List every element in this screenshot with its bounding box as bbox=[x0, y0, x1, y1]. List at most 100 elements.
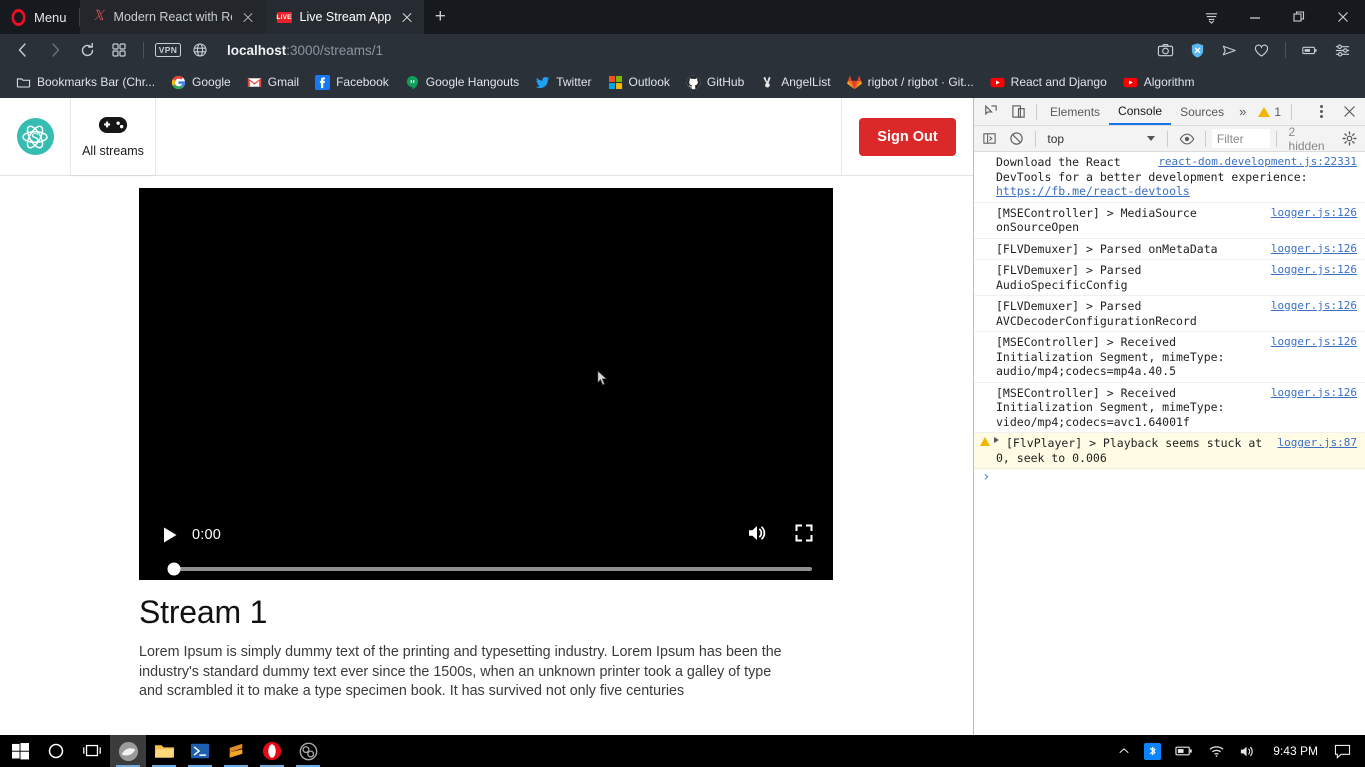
video-surface[interactable] bbox=[139, 188, 833, 512]
globe-icon[interactable] bbox=[185, 37, 215, 63]
task-view[interactable] bbox=[74, 735, 110, 767]
back-icon[interactable] bbox=[8, 37, 38, 63]
console-source-link[interactable]: logger.js:126 bbox=[1271, 299, 1357, 314]
send-icon[interactable] bbox=[1214, 37, 1244, 63]
progress-knob[interactable] bbox=[167, 562, 181, 576]
console-message-log[interactable]: logger.js:126 [MSEController] > Received… bbox=[974, 332, 1365, 383]
bookmark-algorithm[interactable]: Algorithm bbox=[1115, 72, 1203, 93]
bookmark-twitter[interactable]: Twitter bbox=[527, 72, 599, 93]
clear-console-icon[interactable] bbox=[1004, 126, 1029, 152]
console-source-link[interactable]: logger.js:126 bbox=[1271, 386, 1357, 401]
console-message-log[interactable]: logger.js:126 [FLVDemuxer] > Parsed AVCD… bbox=[974, 296, 1365, 332]
snapshot-icon[interactable] bbox=[1150, 37, 1180, 63]
console-context-selector[interactable]: top bbox=[1041, 129, 1161, 149]
address-bar[interactable]: localhost:3000/streams/1 bbox=[217, 43, 1148, 58]
battery-icon[interactable] bbox=[1168, 735, 1201, 767]
bookmark-google-hangouts[interactable]: Google Hangouts bbox=[397, 72, 527, 93]
opera-browser[interactable] bbox=[254, 735, 290, 767]
close-icon[interactable] bbox=[1335, 99, 1363, 125]
tab-sources[interactable]: Sources bbox=[1171, 98, 1233, 125]
tab-elements[interactable]: Elements bbox=[1041, 98, 1109, 125]
opera-menu-button[interactable]: Menu bbox=[0, 0, 79, 34]
console-source-link[interactable]: logger.js:87 bbox=[1278, 436, 1357, 451]
console-message-log[interactable]: logger.js:126 [MSEController] > MediaSou… bbox=[974, 203, 1365, 239]
volume-icon[interactable] bbox=[747, 523, 769, 548]
hangouts-icon bbox=[405, 75, 420, 90]
device-toolbar-icon[interactable] bbox=[1004, 99, 1032, 125]
reload-icon[interactable] bbox=[72, 37, 102, 63]
more-tabs-icon[interactable]: » bbox=[1233, 104, 1252, 119]
battery-saver-icon[interactable] bbox=[1295, 37, 1325, 63]
expand-arrow-icon[interactable] bbox=[994, 437, 999, 443]
console-message-log[interactable]: logger.js:126 [MSEController] > Received… bbox=[974, 383, 1365, 433]
cortana-search[interactable] bbox=[38, 735, 74, 767]
volume-icon[interactable] bbox=[1232, 735, 1263, 767]
settings-gear-icon[interactable] bbox=[1337, 126, 1362, 152]
powershell[interactable] bbox=[182, 735, 218, 767]
console-source-link[interactable]: react-dom.development.js:22331 bbox=[1158, 155, 1357, 170]
ad-block-shield-icon[interactable] bbox=[1182, 37, 1212, 63]
nav-all-streams[interactable]: All streams bbox=[70, 98, 156, 175]
filter-input[interactable]: Filter bbox=[1211, 129, 1270, 148]
bookmark-facebook[interactable]: Facebook bbox=[307, 72, 397, 93]
action-center-icon[interactable] bbox=[1328, 744, 1361, 759]
bookmark-google[interactable]: Google bbox=[163, 72, 239, 93]
tab-menu-icon[interactable] bbox=[1189, 0, 1233, 34]
chevron-up-icon[interactable] bbox=[1111, 735, 1137, 767]
console-source-link[interactable]: logger.js:126 bbox=[1271, 242, 1357, 257]
inspect-icon[interactable] bbox=[976, 99, 1004, 125]
console-message-react-devtools[interactable]: react-dom.development.js:22331 Download … bbox=[974, 152, 1365, 203]
more-options-icon[interactable] bbox=[1307, 99, 1335, 125]
live-expression-icon[interactable] bbox=[1174, 126, 1199, 152]
bookmark-github[interactable]: GitHub bbox=[678, 72, 752, 93]
warning-count-badge[interactable]: 1 bbox=[1252, 105, 1287, 119]
play-icon[interactable] bbox=[159, 524, 181, 546]
bookmark-bookmarks-bar-folder[interactable]: Bookmarks Bar (Chr... bbox=[8, 72, 163, 93]
obs-studio[interactable] bbox=[290, 735, 326, 767]
easy-setup-icon[interactable] bbox=[1327, 37, 1357, 63]
start-button[interactable] bbox=[2, 735, 38, 767]
wifi-icon[interactable] bbox=[1201, 735, 1232, 767]
close-icon[interactable] bbox=[240, 9, 256, 25]
console-messages[interactable]: react-dom.development.js:22331 Download … bbox=[974, 152, 1365, 767]
sign-out-button[interactable]: Sign Out bbox=[859, 117, 956, 156]
console-source-link[interactable]: logger.js:126 bbox=[1271, 335, 1357, 350]
speed-dial-icon[interactable] bbox=[104, 37, 134, 63]
tab-modern-react-with-redux[interactable]: 𝕏 Modern React with Redux [ bbox=[79, 0, 265, 34]
app-logo[interactable]: S bbox=[0, 98, 70, 175]
devtools-divider bbox=[1036, 103, 1037, 120]
tab-console[interactable]: Console bbox=[1109, 98, 1172, 125]
bluetooth-icon[interactable] bbox=[1137, 735, 1168, 767]
sublime-text[interactable] bbox=[218, 735, 254, 767]
bookmark-rigbot-gitlab[interactable]: rigbot / rigbot · Git... bbox=[839, 72, 982, 93]
hidden-messages-label[interactable]: 2 hidden bbox=[1283, 125, 1336, 153]
vpn-button[interactable]: VPN bbox=[153, 37, 183, 63]
tab-live-stream-app[interactable]: LIVE Live Stream App bbox=[264, 0, 425, 34]
restore-icon[interactable] bbox=[1277, 0, 1321, 34]
console-source-link[interactable]: logger.js:126 bbox=[1271, 206, 1357, 221]
video-progress-slider[interactable] bbox=[160, 558, 812, 580]
file-explorer[interactable] bbox=[146, 735, 182, 767]
close-icon[interactable] bbox=[399, 9, 415, 25]
react-devtools-link[interactable]: https://fb.me/react-devtools bbox=[996, 184, 1190, 198]
console-message-log[interactable]: logger.js:126 [FLVDemuxer] > Parsed Audi… bbox=[974, 260, 1365, 296]
console-prompt[interactable] bbox=[974, 469, 1365, 489]
bookmark-outlook[interactable]: Outlook bbox=[600, 72, 678, 93]
video-controls-row: 0:00 bbox=[159, 512, 813, 558]
close-icon[interactable] bbox=[1321, 0, 1365, 34]
fullscreen-icon[interactable] bbox=[795, 524, 813, 547]
console-source-link[interactable]: logger.js:126 bbox=[1271, 263, 1357, 278]
bookmark-gmail[interactable]: Gmail bbox=[239, 72, 307, 93]
heart-icon[interactable] bbox=[1246, 37, 1276, 63]
bookmark-angellist[interactable]: AngelList bbox=[752, 72, 838, 93]
clock[interactable]: 9:43 PM bbox=[1263, 744, 1328, 758]
console-sidebar-icon[interactable] bbox=[977, 126, 1002, 152]
google-icon bbox=[171, 75, 186, 90]
minimize-icon[interactable] bbox=[1233, 0, 1277, 34]
opera-gx-app[interactable] bbox=[110, 735, 146, 767]
bookmark-react-and-django[interactable]: React and Django bbox=[982, 72, 1115, 93]
new-tab-button[interactable]: + bbox=[424, 0, 456, 34]
console-message-log[interactable]: logger.js:126 [FLVDemuxer] > Parsed onMe… bbox=[974, 239, 1365, 260]
console-message-warning[interactable]: logger.js:87 [FlvPlayer] > Playback seem… bbox=[974, 433, 1365, 469]
video-player[interactable]: 0:00 bbox=[139, 188, 833, 580]
